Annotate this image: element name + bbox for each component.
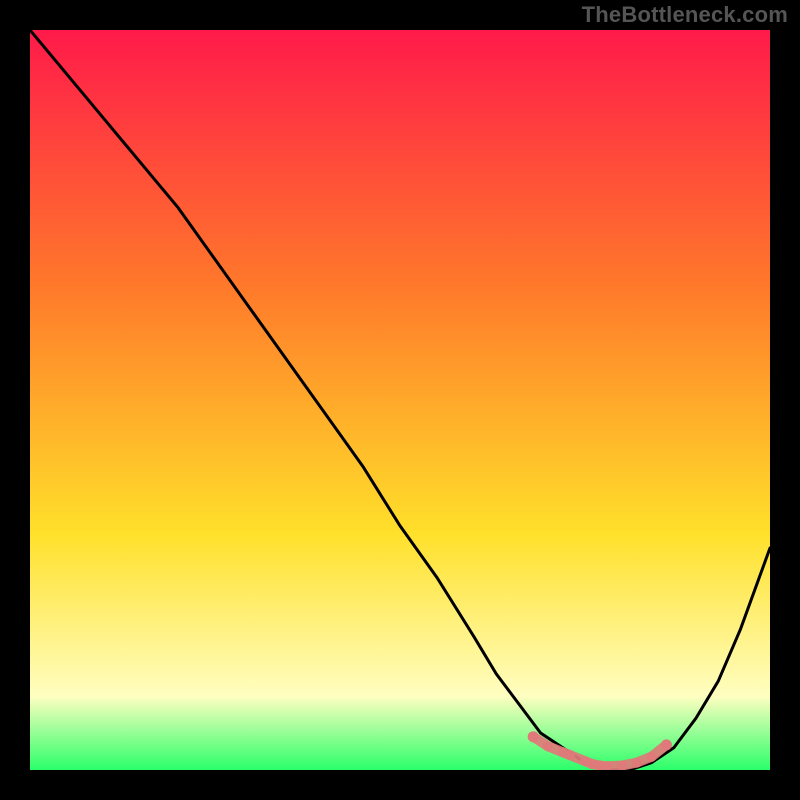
marker-endpoint xyxy=(528,731,539,742)
bottleneck-chart xyxy=(30,30,770,770)
marker-endpoint xyxy=(661,739,672,750)
plot-area xyxy=(30,30,770,770)
watermark-label: TheBottleneck.com xyxy=(582,2,788,28)
chart-frame: TheBottleneck.com xyxy=(0,0,800,800)
gradient-background xyxy=(30,30,770,770)
